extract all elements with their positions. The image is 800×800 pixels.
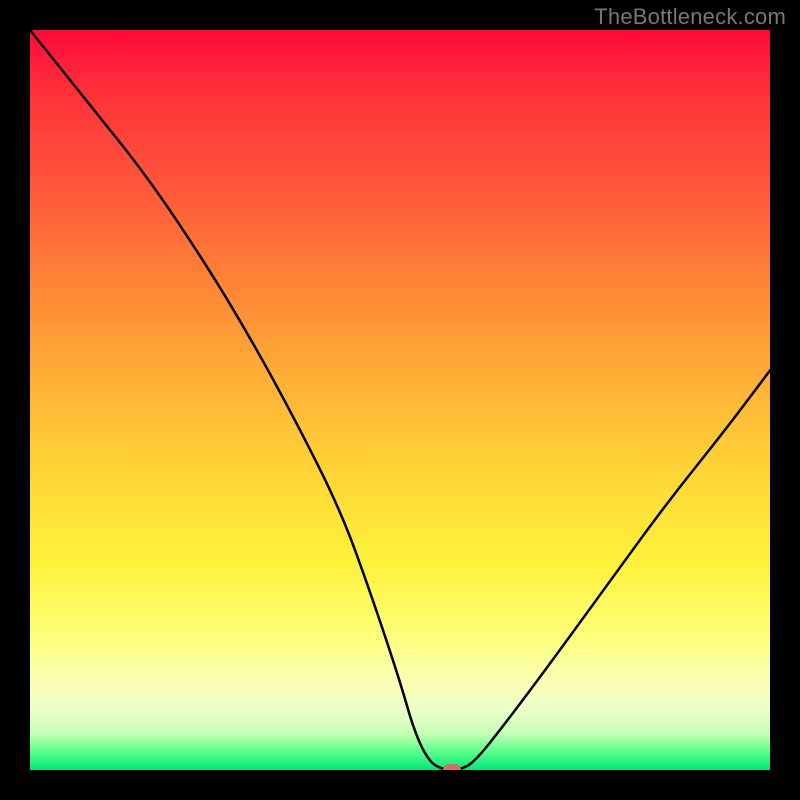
plot-area xyxy=(30,30,770,770)
optimal-point-marker xyxy=(443,764,461,770)
bottleneck-curve xyxy=(30,30,770,770)
chart-frame: TheBottleneck.com xyxy=(0,0,800,800)
watermark-label: TheBottleneck.com xyxy=(594,4,786,30)
